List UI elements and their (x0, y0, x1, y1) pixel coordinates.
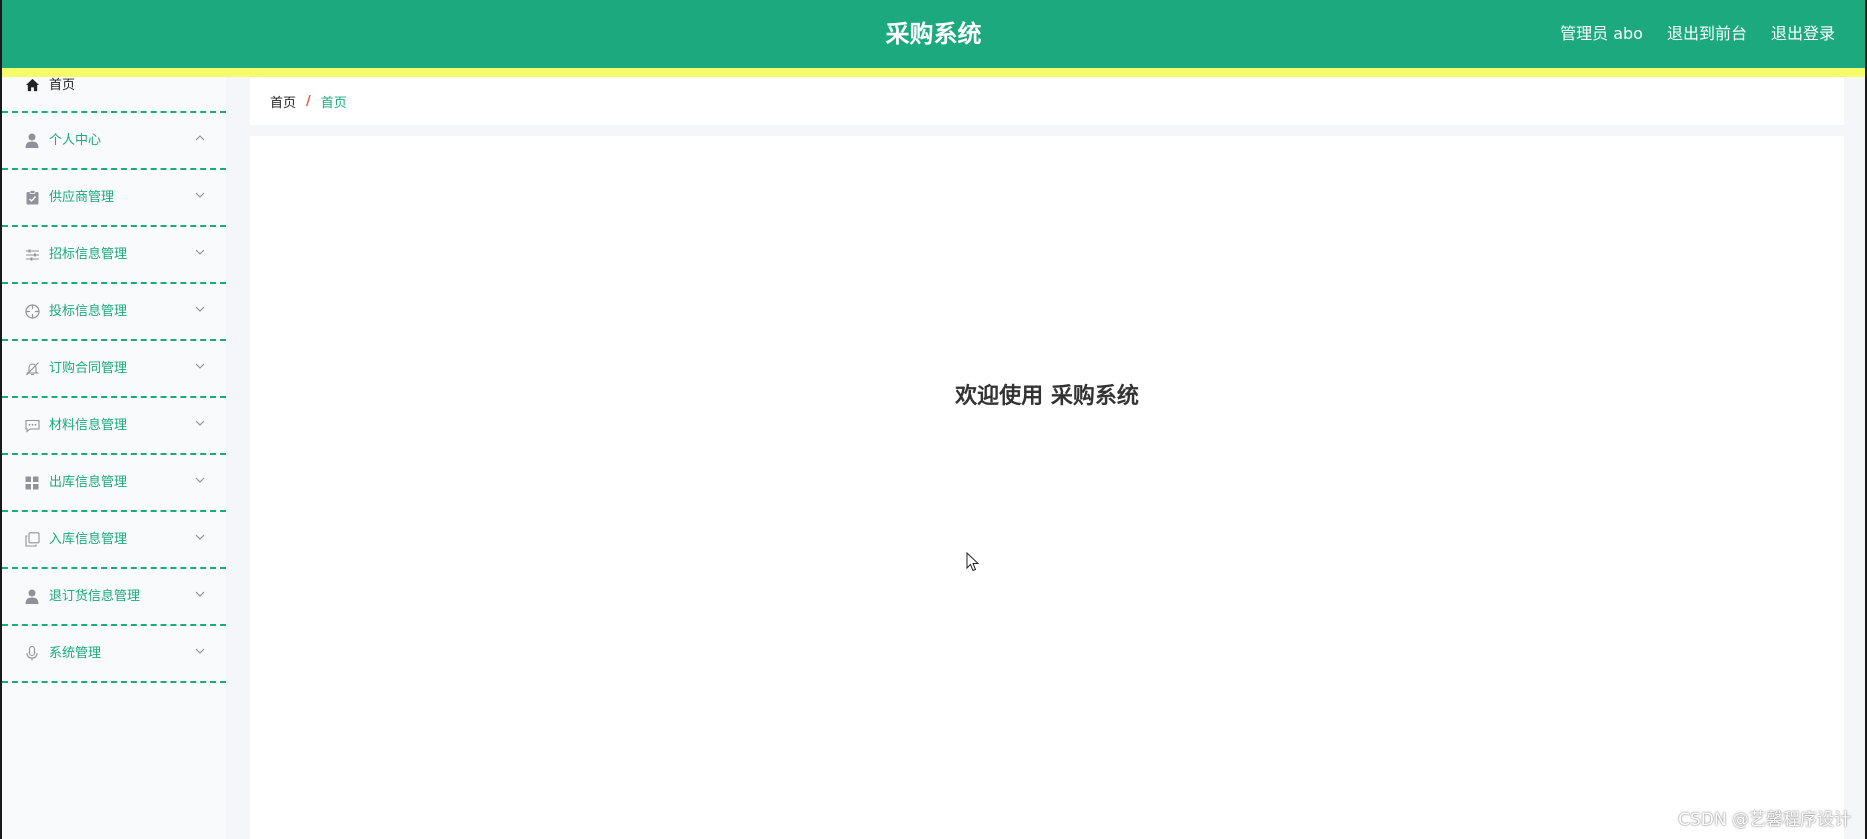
mouse-cursor-icon (966, 552, 980, 572)
home-icon (24, 77, 40, 93)
sidebar-item-label: 供应商管理 (49, 189, 115, 205)
breadcrumb-home-link[interactable]: 首页 (270, 92, 296, 111)
chevron-up-icon (195, 134, 205, 140)
chevron-down-icon (195, 534, 205, 540)
grid-icon (24, 475, 40, 491)
chevron-down-icon (195, 363, 205, 369)
breadcrumb: 首页 / 首页 (250, 77, 1844, 125)
sidebar-item-tender-management[interactable]: 招标信息管理 (2, 227, 226, 284)
sidebar-item-label: 订购合同管理 (49, 360, 128, 376)
sidebar-item-supplier-management[interactable]: 供应商管理 (2, 170, 226, 227)
sidebar-item-bid-management[interactable]: 投标信息管理 (2, 284, 226, 341)
sidebar-item-inbound-management[interactable]: 入库信息管理 (2, 512, 226, 569)
chevron-down-icon (195, 306, 205, 312)
admin-user-label: 管理员 abo (1560, 24, 1643, 43)
chat-icon (24, 418, 40, 434)
chevron-down-icon (195, 192, 205, 198)
welcome-message: 欢迎使用 采购系统 (955, 384, 1139, 409)
chevron-down-icon (195, 420, 205, 426)
sidebar-item-label: 退订货信息管理 (49, 588, 141, 604)
exit-to-frontend-link[interactable]: 退出到前台 (1667, 22, 1747, 46)
sidebar-item-system-management[interactable]: 系统管理 (2, 626, 226, 683)
csdn-watermark: CSDN @艺馨程序设计 (1678, 810, 1851, 830)
crosshair-icon (24, 304, 40, 320)
sidebar-item-return-management[interactable]: 退订货信息管理 (2, 569, 226, 626)
chevron-down-icon (195, 648, 205, 654)
sidebar-item-label: 招标信息管理 (49, 246, 128, 262)
main-content-panel: 欢迎使用 采购系统 (250, 136, 1844, 839)
logout-link[interactable]: 退出登录 (1771, 22, 1835, 46)
header-accent-strip (2, 68, 1865, 77)
sidebar-item-label: 投标信息管理 (49, 303, 128, 319)
sidebar-item-label: 个人中心 (49, 132, 102, 148)
bell-off-icon (24, 361, 40, 377)
sliders-icon (24, 247, 40, 263)
microphone-icon (24, 646, 40, 662)
chevron-down-icon (195, 477, 205, 483)
sidebar-item-home[interactable]: 首页 (2, 77, 226, 113)
sidebar-item-label: 入库信息管理 (49, 531, 128, 547)
clipboard-icon (24, 190, 40, 206)
person-icon (24, 589, 40, 605)
copy-icon (24, 532, 40, 548)
top-header: 采购系统 管理员 abo 退出到前台 退出登录 (2, 0, 1865, 68)
sidebar-item-label: 首页 (49, 78, 76, 93)
sidebar-item-personal-center[interactable]: 个人中心 (2, 113, 226, 170)
app-window: 采购系统 管理员 abo 退出到前台 退出登录 首页 个人中心 供应商管理 招标… (0, 0, 1867, 839)
sidebar-item-outbound-management[interactable]: 出库信息管理 (2, 455, 226, 512)
sidebar-menu: 首页 个人中心 供应商管理 招标信息管理 投标信息管理 订购合同管理 材料信息管… (2, 77, 226, 839)
header-actions: 管理员 abo 退出到前台 退出登录 (1560, 22, 1835, 46)
sidebar-item-material-management[interactable]: 材料信息管理 (2, 398, 226, 455)
sidebar-item-label: 材料信息管理 (49, 417, 128, 433)
chevron-down-icon (195, 591, 205, 597)
chevron-down-icon (195, 249, 205, 255)
breadcrumb-separator: / (306, 93, 311, 109)
sidebar-item-label: 出库信息管理 (49, 474, 128, 490)
user-icon (24, 133, 40, 149)
sidebar-item-contract-management[interactable]: 订购合同管理 (2, 341, 226, 398)
sidebar-item-label: 系统管理 (49, 645, 102, 661)
breadcrumb-current: 首页 (320, 95, 347, 111)
